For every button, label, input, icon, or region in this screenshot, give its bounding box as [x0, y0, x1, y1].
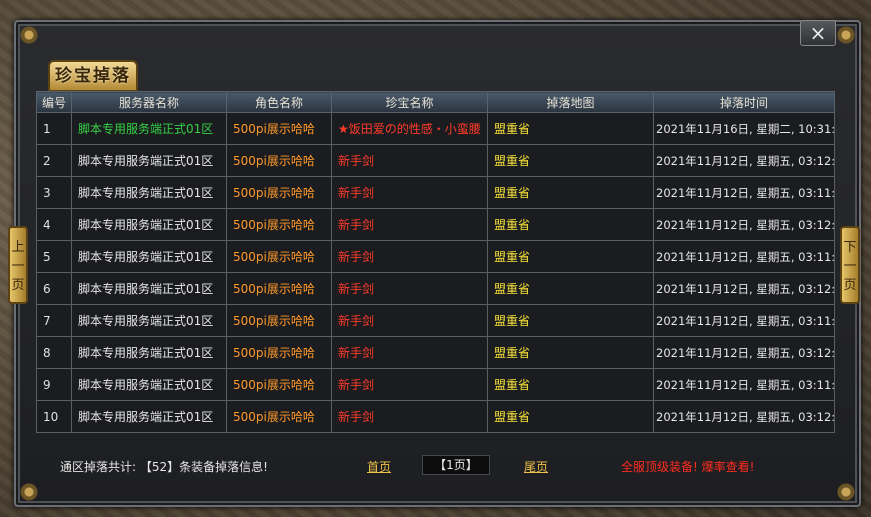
- column-header-role: 角色名称: [226, 91, 332, 113]
- table-row: 5 脚本专用服务端正式01区 500pi展示哈哈 新手剑 盟重省 2021年11…: [36, 240, 835, 273]
- row-map: 盟重省: [487, 208, 654, 241]
- window-title-tab: 珍宝掉落: [48, 60, 138, 92]
- close-button[interactable]: ×: [800, 20, 836, 46]
- row-time: 2021年11月12日, 星期五, 03:11:07: [653, 176, 835, 209]
- prev-page-button[interactable]: 上一页: [8, 226, 28, 304]
- row-number: 6: [36, 272, 72, 305]
- row-server: 脚本专用服务端正式01区: [71, 176, 227, 209]
- row-server: 脚本专用服务端正式01区: [71, 208, 227, 241]
- table-row: 9 脚本专用服务端正式01区 500pi展示哈哈 新手剑 盟重省 2021年11…: [36, 368, 835, 401]
- current-page-indicator: 【1页】: [422, 455, 490, 475]
- row-map: 盟重省: [487, 144, 654, 177]
- corner-ornament: [18, 481, 40, 503]
- drop-table-container: 编号 服务器名称 角色名称 珍宝名称 掉落地图 掉落时间 1 脚本专用服务端正式…: [36, 91, 835, 440]
- row-item: 新手剑: [331, 400, 488, 433]
- row-map: 盟重省: [487, 400, 654, 433]
- row-item: 新手剑: [331, 208, 488, 241]
- column-header-time: 掉落时间: [653, 91, 835, 113]
- row-item: 新手剑: [331, 304, 488, 337]
- row-role: 500pi展示哈哈: [226, 336, 332, 369]
- row-time: 2021年11月12日, 星期五, 03:11:07: [653, 304, 835, 337]
- column-header-number: 编号: [36, 91, 72, 113]
- table-row: 3 脚本专用服务端正式01区 500pi展示哈哈 新手剑 盟重省 2021年11…: [36, 176, 835, 209]
- total-prefix: 通区掉落共计: 【: [60, 460, 152, 474]
- promo-link[interactable]: 全服顶级装备! 爆率查看!: [621, 458, 754, 475]
- corner-ornament: [835, 481, 857, 503]
- row-time: 2021年11月12日, 星期五, 03:12:10: [653, 336, 835, 369]
- row-number: 10: [36, 400, 72, 433]
- footer-bar: 通区掉落共计: 【52】条装备掉落信息! 首页 【1页】 尾页 全服顶级装备! …: [36, 452, 834, 480]
- row-time: 2021年11月12日, 星期五, 03:12:10: [653, 208, 835, 241]
- row-server: 脚本专用服务端正式01区: [71, 112, 227, 145]
- row-number: 8: [36, 336, 72, 369]
- row-map: 盟重省: [487, 272, 654, 305]
- row-server: 脚本专用服务端正式01区: [71, 368, 227, 401]
- table-header-row: 编号 服务器名称 角色名称 珍宝名称 掉落地图 掉落时间: [36, 91, 835, 113]
- row-time: 2021年11月12日, 星期五, 03:12:10: [653, 400, 835, 433]
- row-role: 500pi展示哈哈: [226, 112, 332, 145]
- row-role: 500pi展示哈哈: [226, 368, 332, 401]
- row-time: 2021年11月16日, 星期二, 10:31:11: [653, 112, 835, 145]
- row-item: 新手剑: [331, 336, 488, 369]
- next-page-button[interactable]: 下一页: [840, 226, 860, 304]
- last-page-link[interactable]: 尾页: [524, 458, 548, 475]
- row-item: 新手剑: [331, 368, 488, 401]
- table-row: 1 脚本专用服务端正式01区 500pi展示哈哈 ★饭田爱の的性感・小蛮腰 盟重…: [36, 112, 835, 145]
- row-server: 脚本专用服务端正式01区: [71, 272, 227, 305]
- row-time: 2021年11月12日, 星期五, 03:12:10: [653, 272, 835, 305]
- row-number: 3: [36, 176, 72, 209]
- first-page-link[interactable]: 首页: [367, 458, 391, 475]
- row-role: 500pi展示哈哈: [226, 240, 332, 273]
- total-count: 52: [151, 460, 168, 474]
- table-row: 4 脚本专用服务端正式01区 500pi展示哈哈 新手剑 盟重省 2021年11…: [36, 208, 835, 241]
- corner-ornament: [18, 24, 40, 46]
- row-role: 500pi展示哈哈: [226, 208, 332, 241]
- row-map: 盟重省: [487, 112, 654, 145]
- row-server: 脚本专用服务端正式01区: [71, 240, 227, 273]
- row-role: 500pi展示哈哈: [226, 176, 332, 209]
- row-number: 2: [36, 144, 72, 177]
- row-item: 新手剑: [331, 272, 488, 305]
- row-server: 脚本专用服务端正式01区: [71, 336, 227, 369]
- row-map: 盟重省: [487, 176, 654, 209]
- column-header-item: 珍宝名称: [331, 91, 488, 113]
- row-item: 新手剑: [331, 176, 488, 209]
- row-time: 2021年11月12日, 星期五, 03:12:10: [653, 144, 835, 177]
- column-header-map: 掉落地图: [487, 91, 654, 113]
- corner-ornament: [835, 24, 857, 46]
- row-number: 9: [36, 368, 72, 401]
- total-suffix: 】条装备掉落信息!: [167, 460, 268, 474]
- row-role: 500pi展示哈哈: [226, 400, 332, 433]
- table-row: 6 脚本专用服务端正式01区 500pi展示哈哈 新手剑 盟重省 2021年11…: [36, 272, 835, 305]
- table-row: 2 脚本专用服务端正式01区 500pi展示哈哈 新手剑 盟重省 2021年11…: [36, 144, 835, 177]
- row-server: 脚本专用服务端正式01区: [71, 304, 227, 337]
- row-map: 盟重省: [487, 304, 654, 337]
- row-time: 2021年11月12日, 星期五, 03:11:07: [653, 240, 835, 273]
- row-map: 盟重省: [487, 240, 654, 273]
- row-item: 新手剑: [331, 240, 488, 273]
- row-server: 脚本专用服务端正式01区: [71, 144, 227, 177]
- row-number: 4: [36, 208, 72, 241]
- row-item: ★饭田爱の的性感・小蛮腰: [331, 112, 488, 145]
- total-drops-text: 通区掉落共计: 【52】条装备掉落信息!: [60, 458, 268, 475]
- table-row: 7 脚本专用服务端正式01区 500pi展示哈哈 新手剑 盟重省 2021年11…: [36, 304, 835, 337]
- table-row: 8 脚本专用服务端正式01区 500pi展示哈哈 新手剑 盟重省 2021年11…: [36, 336, 835, 369]
- table-row: 10 脚本专用服务端正式01区 500pi展示哈哈 新手剑 盟重省 2021年1…: [36, 400, 835, 433]
- row-map: 盟重省: [487, 368, 654, 401]
- row-number: 1: [36, 112, 72, 145]
- row-number: 5: [36, 240, 72, 273]
- drop-table: 编号 服务器名称 角色名称 珍宝名称 掉落地图 掉落时间 1 脚本专用服务端正式…: [36, 91, 835, 433]
- row-server: 脚本专用服务端正式01区: [71, 400, 227, 433]
- row-item: 新手剑: [331, 144, 488, 177]
- row-number: 7: [36, 304, 72, 337]
- column-header-server: 服务器名称: [71, 91, 227, 113]
- row-time: 2021年11月12日, 星期五, 03:11:07: [653, 368, 835, 401]
- row-role: 500pi展示哈哈: [226, 272, 332, 305]
- row-role: 500pi展示哈哈: [226, 304, 332, 337]
- row-map: 盟重省: [487, 336, 654, 369]
- row-role: 500pi展示哈哈: [226, 144, 332, 177]
